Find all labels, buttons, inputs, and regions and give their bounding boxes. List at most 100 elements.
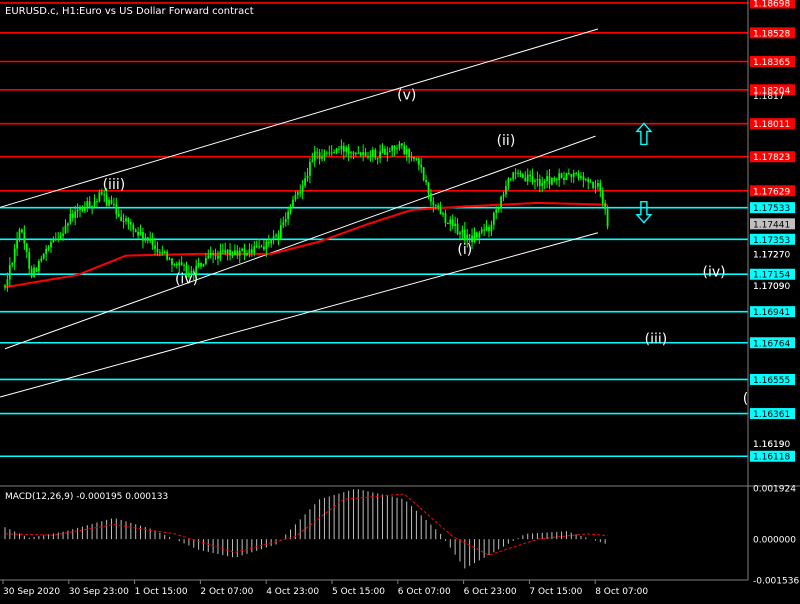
candle-body xyxy=(384,148,386,155)
candle-body xyxy=(301,185,304,193)
candle-body xyxy=(282,222,285,226)
candle-body xyxy=(11,262,14,265)
candle-body xyxy=(163,251,166,254)
candle-body xyxy=(8,264,11,280)
candle-body xyxy=(567,173,570,175)
candle-body xyxy=(463,229,466,241)
candle-body xyxy=(137,232,139,236)
wave-label-5: (iv) xyxy=(703,265,726,281)
time-tick-label: 30 Sep 23:00 xyxy=(69,587,129,597)
price-tick-label: 1.16361 xyxy=(753,410,790,420)
candle-body xyxy=(294,195,297,200)
chart-description: Euro vs US Dollar Forward contract xyxy=(79,6,254,17)
chart-symbol: EURUSD.c, H1: xyxy=(5,6,79,17)
time-tick-label: 2 Oct 07:00 xyxy=(200,587,253,597)
candle-body xyxy=(565,173,568,180)
candle-body xyxy=(309,161,311,176)
candle-body xyxy=(226,249,229,253)
candle-body xyxy=(207,255,210,259)
candle-body xyxy=(459,232,461,235)
candle-body xyxy=(509,178,512,180)
candle-body xyxy=(113,203,115,205)
candle-body xyxy=(83,207,86,211)
candle-body xyxy=(267,241,270,244)
time-tick-label: 6 Oct 07:00 xyxy=(398,587,451,597)
candle-body xyxy=(434,204,437,206)
price-tag: 1.18011 xyxy=(750,118,795,130)
candle-body xyxy=(246,253,248,256)
price-tag: 1.16555 xyxy=(750,373,795,386)
candle-body xyxy=(597,183,599,187)
price-tick-label: 1.17441 xyxy=(753,220,790,230)
candle-body xyxy=(371,149,374,157)
candle-body xyxy=(577,173,580,179)
candle-body xyxy=(374,149,377,158)
candle xyxy=(202,263,205,267)
candle-body xyxy=(64,225,67,234)
candle-body xyxy=(127,218,130,223)
candle-body xyxy=(224,250,227,253)
candle-body xyxy=(413,157,415,160)
price-tick-label: 1.18365 xyxy=(753,58,790,68)
wave-label-2: (v) xyxy=(397,87,416,103)
candle-body xyxy=(231,254,234,256)
price-tag: 1.16941 xyxy=(750,306,795,318)
time-tick-label: 5 Oct 15:00 xyxy=(332,587,385,597)
candle-body xyxy=(250,249,253,253)
candle-body xyxy=(105,195,108,206)
candle-body xyxy=(488,226,490,232)
candle-body xyxy=(28,252,31,269)
candle-body xyxy=(381,148,384,152)
candle-body xyxy=(492,212,495,225)
candle-body xyxy=(330,152,333,154)
candle-body xyxy=(154,245,156,249)
candle-body xyxy=(396,148,398,150)
candle-body xyxy=(362,152,365,156)
candle-body xyxy=(62,233,64,236)
trading-chart[interactable]: (iii) (iv) (v) (i) (ii) (iv) (iii) ( 1.18698 1.1… xyxy=(0,0,800,600)
candle-body xyxy=(54,238,57,240)
candle-body xyxy=(560,173,563,179)
candle-body xyxy=(543,181,546,184)
candle-body xyxy=(74,211,77,218)
candle-body xyxy=(270,239,273,244)
candle-body xyxy=(379,151,381,159)
candle-body xyxy=(156,248,159,253)
candle-body xyxy=(243,248,246,256)
candle-body xyxy=(125,218,127,222)
candle-body xyxy=(117,213,120,217)
candle-body xyxy=(132,224,135,230)
candle-body xyxy=(277,234,280,240)
candle-body xyxy=(161,252,164,254)
candle-body xyxy=(219,251,222,259)
candle-body xyxy=(342,145,345,152)
time-tick-label: 1 Oct 15:00 xyxy=(135,587,188,597)
candle-body xyxy=(553,177,556,180)
macd-tick-label: 0.001924 xyxy=(753,485,796,495)
candle xyxy=(551,177,553,186)
candle-body xyxy=(52,238,55,243)
candle-body xyxy=(146,237,149,241)
candle-body xyxy=(110,199,113,204)
chart-canvas[interactable]: (iii) (iv) (v) (i) (ii) (iv) (iii) ( 1.18698 1.1… xyxy=(0,0,800,600)
price-tag: 1.17441 xyxy=(750,218,795,230)
candle-body xyxy=(352,152,355,154)
price-tick-label: 1.1619 xyxy=(753,440,785,450)
candle-body xyxy=(355,153,357,155)
candle-body xyxy=(340,145,343,150)
candle-body xyxy=(272,236,275,240)
candle-body xyxy=(18,229,21,239)
candle-body xyxy=(563,178,565,180)
candle-body xyxy=(437,205,440,208)
price-tag: 1.18365 xyxy=(750,55,795,68)
price-tag: 1.17154 xyxy=(750,268,795,281)
candle-body xyxy=(25,243,28,253)
candle-body xyxy=(217,255,219,259)
candle-body xyxy=(311,160,314,162)
candle-body xyxy=(466,234,469,241)
candle-body xyxy=(236,250,239,256)
candle-body xyxy=(439,207,442,215)
candle-body xyxy=(289,206,292,212)
candle-body xyxy=(299,192,302,194)
candle-body xyxy=(555,179,558,181)
